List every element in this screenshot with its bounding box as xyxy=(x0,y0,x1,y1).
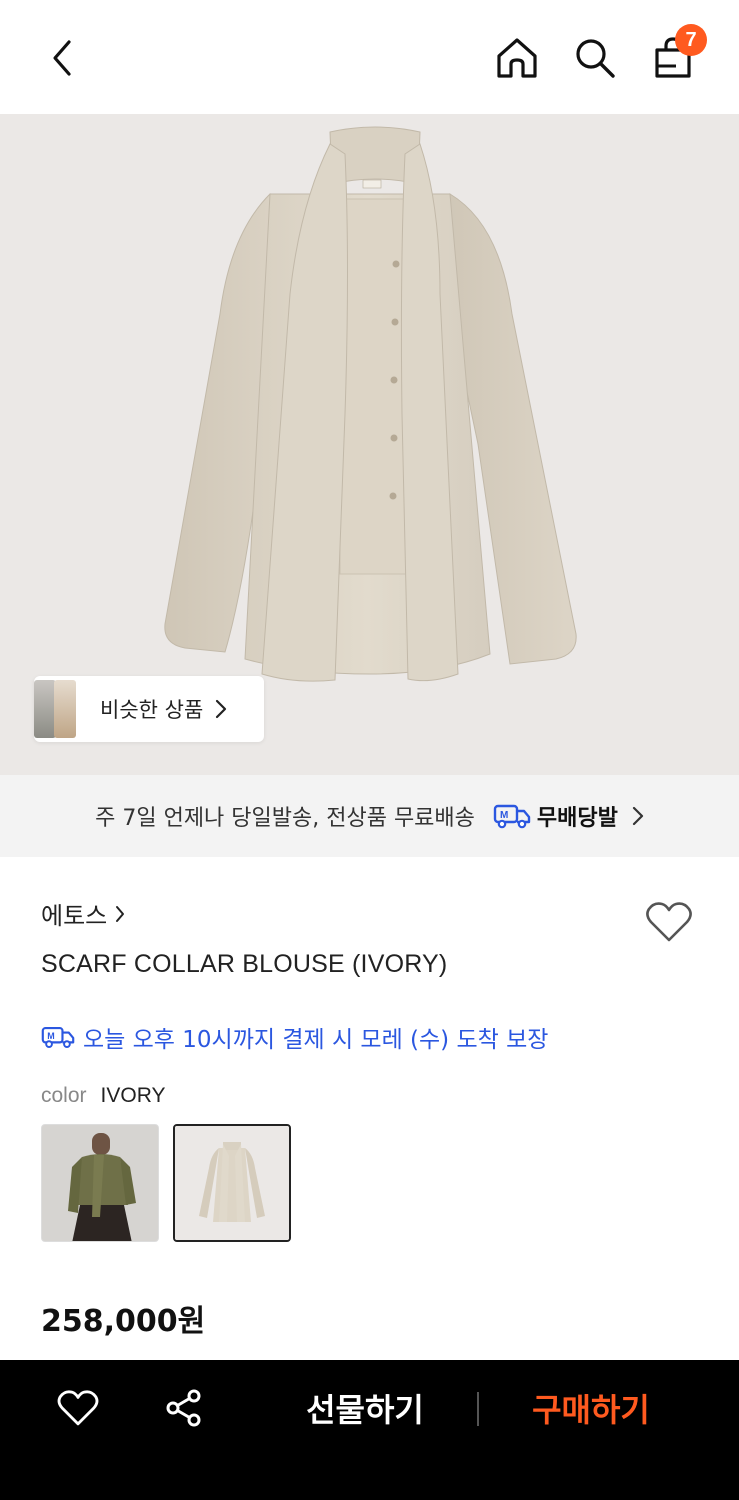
delivery-guarantee: M 오늘 오후 10시까지 결제 시 모레 (수) 도착 보장 xyxy=(41,1020,548,1054)
wishlist-button[interactable] xyxy=(641,896,697,948)
home-button[interactable] xyxy=(489,30,545,86)
color-swatch-olive[interactable] xyxy=(41,1124,159,1242)
product-price: 258,000원 xyxy=(41,1304,206,1339)
color-value: IVORY xyxy=(100,1084,166,1107)
brand-link[interactable]: 에토스 xyxy=(41,896,125,931)
delivery-truck-icon: M xyxy=(493,802,531,830)
chevron-right-icon xyxy=(216,699,227,719)
home-icon xyxy=(497,38,537,78)
similar-products-label: 비슷한 상품 xyxy=(100,698,204,722)
svg-text:M: M xyxy=(47,1031,54,1041)
similar-thumb xyxy=(54,680,76,738)
buy-button[interactable]: 구매하기 xyxy=(516,1383,666,1433)
color-swatch-ivory[interactable] xyxy=(173,1124,291,1242)
divider xyxy=(477,1392,479,1426)
product-hero-image[interactable]: 비슷한 상품 xyxy=(0,114,739,775)
share-icon xyxy=(166,1389,201,1427)
delivery-text: 오늘 오후 10시까지 결제 시 모레 (수) 도착 보장 xyxy=(83,1027,549,1053)
chevron-right-icon xyxy=(115,905,125,923)
bottom-wishlist-button[interactable] xyxy=(52,1382,104,1434)
heart-icon xyxy=(646,902,692,942)
back-button[interactable] xyxy=(34,30,90,86)
similar-thumbnails xyxy=(34,676,78,742)
gift-button[interactable]: 선물하기 xyxy=(290,1383,440,1433)
search-button[interactable] xyxy=(567,30,623,86)
model-thumbnail xyxy=(42,1125,158,1241)
chevron-left-icon xyxy=(53,40,71,76)
top-app-bar: 7 xyxy=(0,0,739,114)
heart-icon xyxy=(57,1390,99,1426)
free-delivery-label: 무배당발 xyxy=(536,806,618,831)
chevron-right-icon xyxy=(632,806,643,826)
similar-products-button[interactable]: 비슷한 상품 xyxy=(34,676,264,742)
share-button[interactable] xyxy=(158,1382,210,1434)
shipping-text: 주 7일 언제나 당일발송, 전상품 무료배송 xyxy=(95,806,475,831)
cart-count-badge: 7 xyxy=(675,24,707,56)
delivery-truck-icon: M xyxy=(41,1024,75,1050)
search-icon xyxy=(576,39,615,78)
shipping-banner[interactable]: 주 7일 언제나 당일발송, 전상품 무료배송 M 무배당발 xyxy=(0,775,739,857)
product-title: SCARF COLLAR BLOUSE (IVORY) xyxy=(41,950,448,978)
color-label: color xyxy=(41,1084,87,1107)
cart-button[interactable]: 7 xyxy=(645,24,707,86)
brand-name: 에토스 xyxy=(41,902,108,930)
svg-text:M: M xyxy=(500,810,508,821)
color-selector-label: color IVORY xyxy=(41,1084,166,1108)
similar-thumb xyxy=(34,680,56,738)
blouse-thumbnail xyxy=(175,1126,289,1240)
